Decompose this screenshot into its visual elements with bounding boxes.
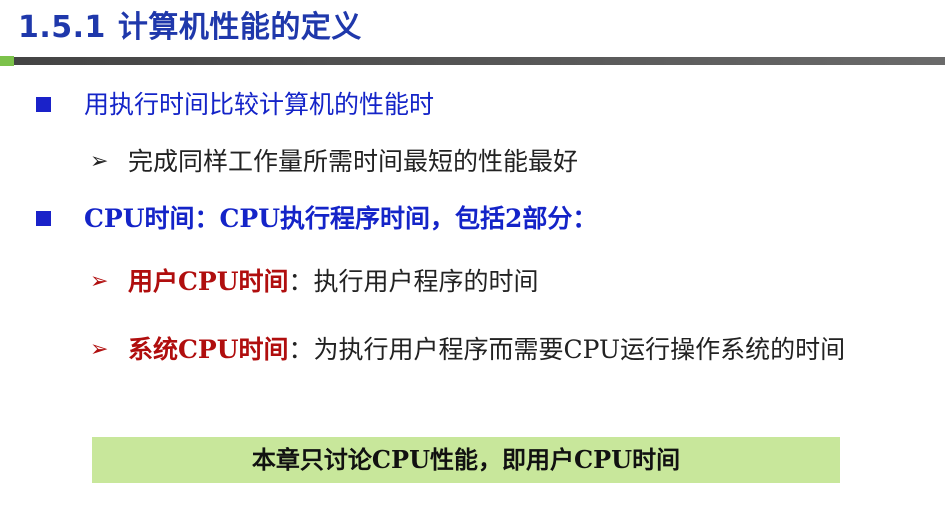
header-divider: [0, 56, 945, 66]
user-cpu-time-term: 用户CPU时间: [128, 267, 289, 296]
colon: ：: [288, 267, 314, 296]
header-gray-bar: [14, 57, 945, 65]
sub-bullet-1-text: 完成同样工作量所需时间最短的性能最好: [128, 147, 579, 176]
bullet-2-text: CPU时间：CPU执行程序时间，包括2部分：: [84, 204, 598, 233]
sub-bullet-3-text: 系统CPU时间：为执行用户程序而需要CPU运行操作系统的时间: [128, 333, 845, 367]
arrow-bullet-icon: ➢: [90, 269, 109, 294]
slide: 1.5.1 计算机性能的定义 用执行时间比较计算机的性能时 ➢ 完成同样工作量所需…: [0, 0, 945, 511]
arrow-bullet-icon: ➢: [90, 149, 109, 174]
square-bullet-icon: [36, 88, 51, 112]
title-text: 计算机性能的定义: [117, 10, 362, 45]
arrow-bullet-icon: ➢: [90, 337, 109, 362]
section-number: 1.5.1: [18, 10, 106, 45]
system-cpu-time-term: 系统CPU时间: [128, 335, 289, 364]
summary-note-box: 本章只讨论CPU性能，即用户CPU时间: [92, 437, 840, 483]
colon: ：: [288, 335, 314, 364]
system-cpu-time-desc: 为执行用户程序而需要CPU运行操作系统的时间: [313, 335, 846, 364]
bullet-1-text: 用执行时间比较计算机的性能时: [84, 90, 435, 119]
header-accent-block: [0, 56, 14, 66]
slide-title: 1.5.1 计算机性能的定义: [18, 8, 362, 48]
user-cpu-time-desc: 执行用户程序的时间: [313, 267, 539, 296]
sub-bullet-2-text: 用户CPU时间：执行用户程序的时间: [128, 265, 539, 299]
square-bullet-icon: [36, 202, 51, 226]
